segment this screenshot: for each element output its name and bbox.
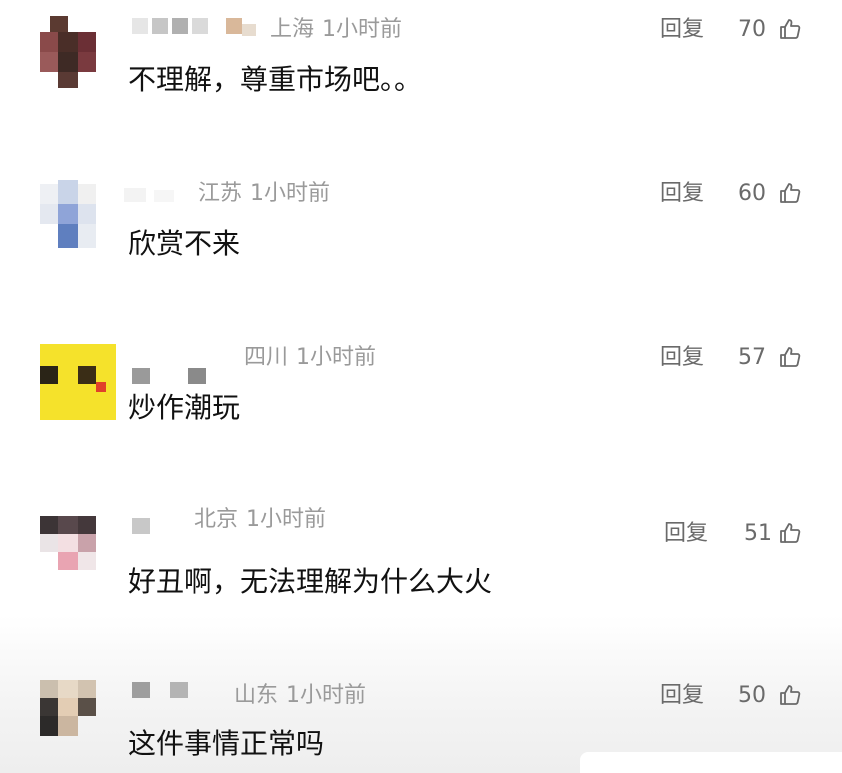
time-label: 1小时前: [250, 181, 331, 206]
comment-meta: 上海 1小时前: [270, 16, 410, 44]
username-blurred[interactable]: [132, 668, 222, 698]
avatar[interactable]: [40, 16, 96, 88]
comment-text: 炒作潮玩: [128, 391, 241, 424]
region-label: 北京: [194, 507, 239, 532]
avatar[interactable]: [40, 180, 96, 252]
thumbs-up-icon[interactable]: [778, 683, 802, 707]
region-label: 四川: [244, 345, 289, 370]
comment-item: 江苏 1小时前 回复 60 欣赏不来: [0, 180, 842, 280]
like-count-value: 60: [738, 181, 766, 206]
like-count-value: 51: [744, 521, 772, 546]
username-blurred[interactable]: [132, 506, 182, 534]
comment-text: 不理解，尊重市场吧。。: [128, 63, 423, 96]
avatar[interactable]: [40, 344, 116, 420]
username-blurred[interactable]: [124, 180, 184, 206]
reply-button[interactable]: 回复: [664, 520, 708, 548]
comment-meta: 北京 1小时前: [194, 506, 334, 534]
like-count-value: 50: [738, 683, 766, 708]
like-count[interactable]: 70: [738, 16, 801, 44]
comment-meta: 江苏 1小时前: [198, 180, 338, 208]
thumbs-up-icon[interactable]: [778, 345, 802, 369]
comment-item: 山东 1小时前 回复 50 这件事情正常吗: [0, 668, 842, 768]
comment-text: 这件事情正常吗: [128, 727, 325, 760]
region-label: 江苏: [198, 181, 243, 206]
region-label: 山东: [234, 683, 279, 708]
reply-button[interactable]: 回复: [660, 344, 704, 372]
reply-button[interactable]: 回复: [660, 180, 704, 208]
comment-text: 好丑啊，无法理解为什么大火: [128, 565, 493, 598]
comment-item: 上海 1小时前 回复 70 不理解，尊重市场吧。。: [0, 16, 842, 116]
username-blurred[interactable]: [132, 344, 232, 384]
like-count-value: 70: [738, 17, 766, 42]
comment-meta: 山东 1小时前: [234, 682, 374, 710]
thumbs-up-icon[interactable]: [778, 521, 802, 545]
time-label: 1小时前: [246, 507, 327, 532]
username-blurred[interactable]: [132, 16, 264, 42]
comment-text: 欣赏不来: [128, 227, 241, 260]
like-count[interactable]: 57: [738, 344, 801, 372]
thumbs-up-icon[interactable]: [778, 17, 802, 41]
time-label: 1小时前: [286, 683, 367, 708]
like-count[interactable]: 50: [738, 682, 801, 710]
thumbs-up-icon[interactable]: [778, 181, 802, 205]
avatar[interactable]: [40, 506, 96, 578]
comment-item: 四川 1小时前 回复 57 炒作潮玩: [0, 344, 842, 444]
reply-button[interactable]: 回复: [660, 16, 704, 44]
like-count[interactable]: 60: [738, 180, 801, 208]
time-label: 1小时前: [296, 345, 377, 370]
like-count-value: 57: [738, 345, 766, 370]
time-label: 1小时前: [322, 17, 403, 42]
region-label: 上海: [270, 17, 315, 42]
comment-item: 北京 1小时前 回复 51 好丑啊，无法理解为什么大火: [0, 506, 842, 606]
like-count[interactable]: 51: [744, 520, 801, 548]
avatar[interactable]: [40, 668, 96, 740]
comment-meta: 四川 1小时前: [244, 344, 384, 372]
reply-button[interactable]: 回复: [660, 682, 704, 710]
